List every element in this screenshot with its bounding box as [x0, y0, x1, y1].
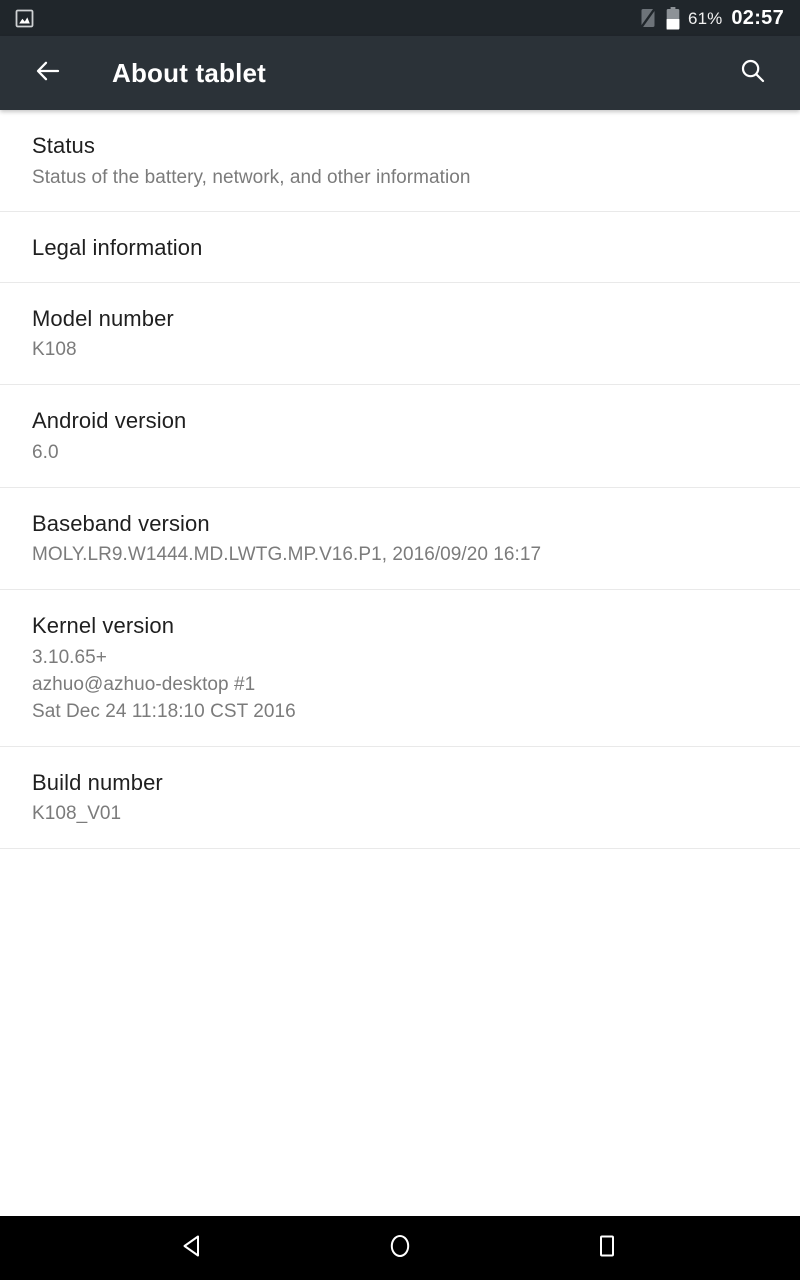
list-item-title: Status — [32, 133, 95, 158]
search-icon — [738, 56, 768, 91]
app-bar: About tablet — [0, 36, 800, 110]
list-item-status[interactable]: Status Status of the battery, network, a… — [0, 110, 800, 213]
list-item-summary: 3.10.65+ azhuo@azhuo-desktop #1 Sat Dec … — [32, 646, 296, 722]
nav-recents-button[interactable] — [571, 1216, 643, 1280]
status-bar-system-icons: 61% 02:57 — [638, 6, 784, 31]
list-item-summary: 6.0 — [32, 441, 59, 463]
list-item-summary: MOLY.LR9.W1444.MD.LWTG.MP.V16.P1, 2016/0… — [32, 544, 542, 566]
home-circle-icon — [385, 1231, 415, 1266]
list-item-title: Kernel version — [32, 613, 175, 639]
list-item-summary: K108 — [32, 339, 77, 361]
back-triangle-icon — [178, 1231, 208, 1266]
battery-percent-label: 61% — [688, 8, 723, 28]
list-item-title: Legal information — [32, 235, 203, 261]
list-item-title: Model number — [32, 305, 174, 331]
no-sim-icon — [638, 6, 658, 30]
list-item-android-version[interactable]: Android version 6.0 — [0, 385, 800, 488]
list-item-build-number[interactable]: Build number K108_V01 — [0, 746, 800, 850]
navigation-bar — [0, 1216, 800, 1280]
nav-back-button[interactable] — [157, 1216, 229, 1280]
status-bar-clock: 02:57 — [731, 7, 784, 29]
battery-icon — [665, 6, 681, 31]
list-item-title: Build number — [32, 769, 163, 795]
list-item-baseband-version[interactable]: Baseband version MOLY.LR9.W1444.MD.LWTG.… — [0, 487, 800, 591]
screenshot-image-icon — [14, 8, 35, 29]
settings-list: Status Status of the battery, network, a… — [0, 110, 800, 1216]
back-button[interactable] — [26, 51, 70, 95]
list-item-summary: Status of the battery, network, and othe… — [32, 166, 471, 188]
back-arrow-icon — [33, 56, 63, 91]
status-bar-notifications — [14, 8, 638, 29]
status-bar: 61% 02:57 — [0, 0, 800, 36]
list-item-legal-information[interactable]: Legal information — [0, 212, 800, 283]
list-item-model-number[interactable]: Model number K108 — [0, 282, 800, 386]
list-item-kernel-version[interactable]: Kernel version 3.10.65+ azhuo@azhuo-desk… — [0, 590, 800, 747]
list-item-title: Baseband version — [32, 510, 210, 536]
list-item-summary: K108_V01 — [32, 803, 122, 825]
page-title: About tablet — [112, 57, 267, 88]
list-item-title: Android version — [32, 408, 187, 434]
search-button[interactable] — [730, 50, 776, 96]
android-settings-screen: 61% 02:57 About tablet Status Status of … — [0, 0, 800, 1280]
recents-square-icon — [592, 1231, 622, 1266]
nav-home-button[interactable] — [364, 1216, 436, 1280]
